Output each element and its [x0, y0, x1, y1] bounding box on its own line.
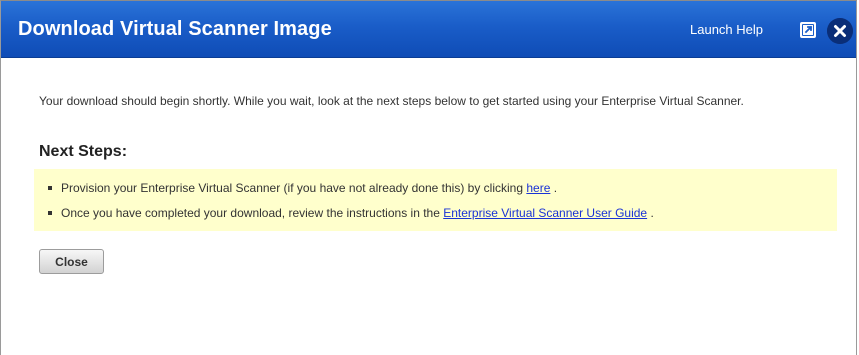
step-text-end: .	[647, 206, 654, 220]
download-dialog: Download Virtual Scanner Image Launch He…	[0, 0, 857, 355]
intro-text: Your download should begin shortly. Whil…	[39, 94, 744, 108]
next-steps-heading: Next Steps:	[39, 143, 128, 160]
list-item: Provision your Enterprise Virtual Scanne…	[48, 181, 557, 195]
step-text: Provision your Enterprise Virtual Scanne…	[61, 181, 527, 195]
popout-icon[interactable]	[798, 20, 818, 40]
bullet-icon	[48, 185, 52, 190]
step-text: Once you have completed your download, r…	[61, 206, 444, 220]
next-steps-box: Provision your Enterprise Virtual Scanne…	[34, 169, 837, 231]
list-item: Once you have completed your download, r…	[48, 206, 654, 220]
close-button[interactable]: Close	[39, 249, 104, 274]
here-link[interactable]: here	[526, 181, 550, 195]
step-text-end: .	[550, 181, 558, 195]
dialog-content: Your download should begin shortly. Whil…	[34, 94, 839, 231]
user-guide-link[interactable]: Enterprise Virtual Scanner User Guide	[443, 206, 647, 220]
launch-help-link[interactable]: Launch Help	[690, 22, 763, 37]
dialog-title: Download Virtual Scanner Image	[18, 18, 332, 40]
dialog-titlebar: Download Virtual Scanner Image Launch He…	[1, 1, 856, 58]
close-icon[interactable]	[827, 18, 853, 44]
bullet-icon	[48, 210, 52, 215]
